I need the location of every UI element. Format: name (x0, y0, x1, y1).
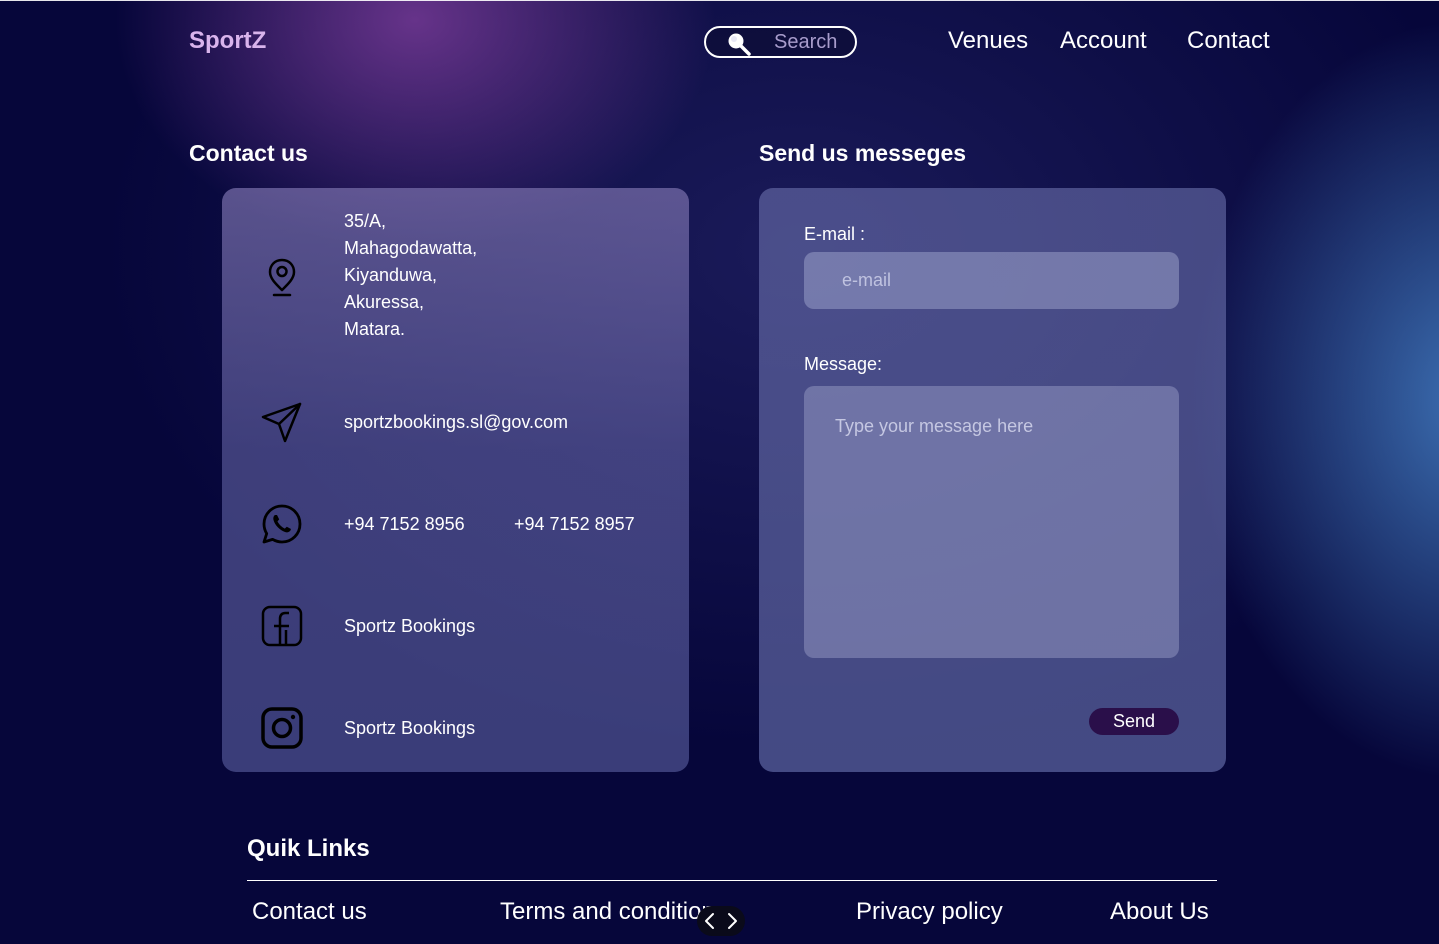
logo[interactable]: SportZ (189, 27, 266, 55)
quick-links-title: Quik Links (247, 835, 370, 862)
address: 35/A, Mahagodawatta, Kiyanduwa, Akuressa… (344, 208, 477, 343)
message-card: E-mail : Message: Send (759, 188, 1226, 772)
footer-link-contact[interactable]: Contact us (252, 898, 367, 926)
nav-contact[interactable]: Contact (1187, 27, 1270, 55)
message-field[interactable] (804, 386, 1179, 658)
quick-links-divider (247, 880, 1217, 881)
carousel-controls (697, 906, 745, 936)
phone-number-1[interactable]: +94 7152 8956 (344, 514, 465, 535)
address-line: Matara. (344, 319, 406, 339)
chevron-right-icon[interactable] (723, 910, 741, 932)
instagram-icon (260, 706, 304, 750)
footer-link-terms[interactable]: Terms and conditions (500, 898, 727, 926)
location-pin-icon (260, 254, 304, 298)
contact-email[interactable]: sportzbookings.sl@gov.com (344, 412, 568, 433)
nav-account[interactable]: Account (1060, 27, 1147, 55)
address-line: Mahagodawatta, (344, 238, 478, 258)
message-section-title: Send us messeges (759, 140, 967, 166)
address-line: Kiyanduwa, (344, 265, 438, 285)
send-button[interactable]: Send (1089, 708, 1179, 735)
message-label: Message: (804, 354, 883, 374)
contact-card: 35/A, Mahagodawatta, Kiyanduwa, Akuressa… (222, 188, 689, 772)
nav-venues[interactable]: Venues (948, 27, 1028, 55)
facebook-link[interactable]: Sportz Bookings (344, 616, 475, 637)
send-icon (260, 400, 304, 444)
email-label: E-mail : (804, 224, 866, 244)
facebook-icon (260, 604, 304, 648)
footer-link-about[interactable]: About Us (1110, 898, 1209, 926)
phone-number-2[interactable]: +94 7152 8957 (514, 514, 635, 535)
chevron-left-icon[interactable] (701, 910, 719, 932)
whatsapp-icon (260, 502, 304, 546)
address-line: Akuressa, (344, 292, 425, 312)
email-field[interactable] (804, 252, 1179, 309)
contact-section-title: Contact us (189, 140, 308, 166)
search-input[interactable] (774, 31, 850, 53)
window-top-border (0, 0, 1439, 1)
footer-link-privacy[interactable]: Privacy policy (856, 898, 1003, 926)
search-icon[interactable] (726, 31, 752, 57)
address-line: 35/A, (344, 211, 387, 231)
instagram-link[interactable]: Sportz Bookings (344, 718, 475, 739)
search-bar[interactable] (704, 26, 857, 58)
